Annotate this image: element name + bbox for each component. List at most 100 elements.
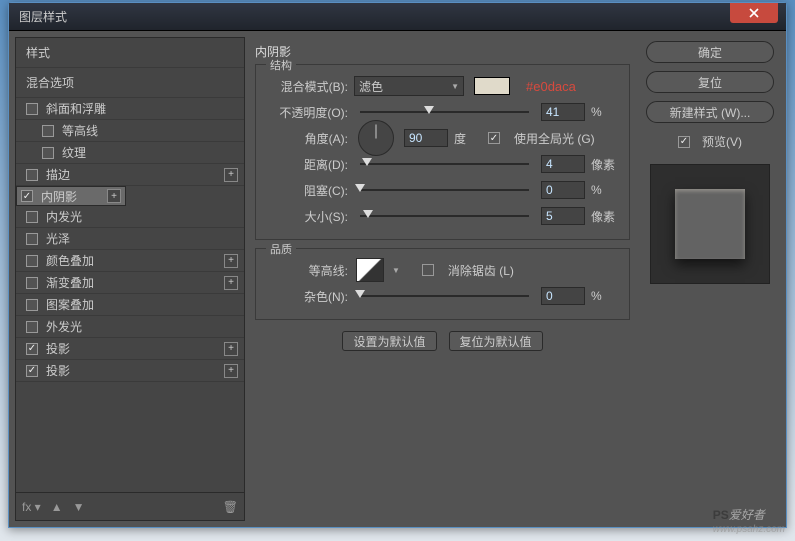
preview-row: 预览(V) (678, 133, 742, 150)
quality-group: 品质 等高线: ▼ 消除锯齿 (L) 杂色(N): % (255, 248, 630, 320)
sidebar-item-11[interactable]: 投影+ (16, 338, 244, 360)
distance-slider[interactable] (360, 158, 529, 170)
choke-slider[interactable] (360, 184, 529, 196)
sidebar-item-6[interactable]: 光泽 (16, 228, 244, 250)
style-list: 斜面和浮雕等高线纹理描边+内阴影+内发光光泽颜色叠加+渐变叠加+图案叠加外发光投… (16, 98, 244, 492)
quality-label: 品质 (266, 241, 296, 257)
style-label: 斜面和浮雕 (46, 100, 106, 117)
add-instance-icon[interactable]: + (224, 276, 238, 290)
dialog-window: 图层样式 样式 混合选项 斜面和浮雕等高线纹理描边+ 内阴影 + 内发光光泽颜色叠加+… (8, 2, 787, 528)
fx-menu[interactable]: fx ▾ (22, 500, 41, 514)
preview-box (650, 164, 770, 284)
add-instance-icon[interactable]: + (224, 168, 238, 182)
style-checkbox[interactable] (26, 365, 38, 377)
style-checkbox[interactable] (26, 211, 38, 223)
contour-label: 等高线: (266, 262, 348, 279)
color-swatch[interactable] (474, 77, 510, 95)
style-checkbox[interactable] (26, 103, 38, 115)
size-input[interactable] (541, 207, 585, 225)
sidebar-item-7[interactable]: 颜色叠加+ (16, 250, 244, 272)
sidebar-header-styles[interactable]: 样式 (16, 38, 244, 68)
style-label: 光泽 (46, 230, 70, 247)
angle-input[interactable] (404, 129, 448, 147)
distance-row: 距离(D): 像素 (266, 151, 619, 177)
style-checkbox[interactable] (26, 233, 38, 245)
opacity-input[interactable] (541, 103, 585, 121)
sidebar-item-9[interactable]: 图案叠加 (16, 294, 244, 316)
sidebar-item-3[interactable]: 描边+ (16, 164, 244, 186)
preview-checkbox[interactable] (678, 136, 690, 148)
right-panel: 确定 复位 新建样式 (W)... 预览(V) (640, 37, 780, 521)
add-instance-icon[interactable]: + (107, 189, 121, 203)
size-label: 大小(S): (266, 208, 348, 225)
style-checkbox[interactable] (26, 299, 38, 311)
style-checkbox[interactable] (42, 147, 54, 159)
add-instance-icon[interactable]: + (224, 364, 238, 378)
sidebar-item-1[interactable]: 等高线 (16, 120, 244, 142)
opacity-row: 不透明度(O): % (266, 99, 619, 125)
reset-default-button[interactable]: 复位为默认值 (449, 331, 543, 351)
contour-picker[interactable] (356, 258, 384, 282)
style-checkbox[interactable] (26, 343, 38, 355)
chevron-down-icon: ▼ (451, 82, 459, 91)
blend-mode-row: 混合模式(B): 滤色▼ #e0daca (266, 73, 619, 99)
style-checkbox[interactable] (26, 321, 38, 333)
sidebar-item-0[interactable]: 斜面和浮雕 (16, 98, 244, 120)
watermark: PS爱好者 www.psahz.com (713, 506, 785, 535)
angle-row: 角度(A): 度 使用全局光 (G) (266, 125, 619, 151)
close-button[interactable] (730, 3, 778, 23)
panel-title: 内阴影 (255, 43, 630, 60)
choke-row: 阻塞(C): % (266, 177, 619, 203)
style-label: 图案叠加 (46, 296, 94, 313)
window-title: 图层样式 (19, 8, 67, 25)
global-light-label: 使用全局光 (G) (514, 130, 595, 147)
opacity-slider[interactable] (360, 106, 529, 118)
blend-mode-label: 混合模式(B): (266, 78, 348, 95)
style-label: 投影 (46, 362, 70, 379)
sidebar-item-10[interactable]: 外发光 (16, 316, 244, 338)
trash-icon[interactable]: 🗑 (223, 500, 238, 514)
style-label: 渐变叠加 (46, 274, 94, 291)
move-up-icon[interactable]: ▲ (51, 500, 63, 514)
preview-swatch (675, 189, 745, 259)
add-instance-icon[interactable]: + (224, 254, 238, 268)
noise-input[interactable] (541, 287, 585, 305)
antialias-checkbox[interactable] (422, 264, 434, 276)
titlebar[interactable]: 图层样式 (9, 3, 786, 31)
distance-input[interactable] (541, 155, 585, 173)
sidebar-item-8[interactable]: 渐变叠加 + (16, 272, 244, 294)
angle-dial[interactable] (358, 120, 394, 156)
size-slider[interactable] (360, 210, 529, 222)
noise-label: 杂色(N): (266, 288, 348, 305)
sidebar-item-4[interactable]: 内阴影 + (16, 186, 126, 206)
choke-label: 阻塞(C): (266, 182, 348, 199)
cancel-button[interactable]: 复位 (646, 71, 774, 93)
sidebar-header-blend[interactable]: 混合选项 (16, 68, 244, 98)
style-label: 内发光 (46, 208, 82, 225)
style-checkbox[interactable] (42, 125, 54, 137)
chevron-down-icon[interactable]: ▼ (392, 266, 400, 275)
noise-row: 杂色(N): % (266, 283, 619, 309)
structure-label: 结构 (266, 57, 296, 73)
global-light-checkbox[interactable] (488, 132, 500, 144)
sidebar-item-12[interactable]: 投影 + (16, 360, 244, 382)
main-panel: 内阴影 结构 混合模式(B): 滤色▼ #e0daca 不透明度(O): % (245, 37, 640, 521)
choke-input[interactable] (541, 181, 585, 199)
new-style-button[interactable]: 新建样式 (W)... (646, 101, 774, 123)
sidebar-item-2[interactable]: 纹理 (16, 142, 244, 164)
style-label: 等高线 (62, 122, 98, 139)
style-checkbox[interactable] (26, 255, 38, 267)
move-down-icon[interactable]: ▼ (73, 500, 85, 514)
add-instance-icon[interactable]: + (224, 342, 238, 356)
blend-mode-select[interactable]: 滤色▼ (354, 76, 464, 96)
style-checkbox[interactable] (26, 169, 38, 181)
make-default-button[interactable]: 设置为默认值 (342, 331, 436, 351)
style-checkbox[interactable] (26, 277, 38, 289)
close-icon (749, 8, 759, 18)
style-label: 内阴影 (41, 188, 77, 205)
sidebar-item-5[interactable]: 内发光 (16, 206, 244, 228)
noise-slider[interactable] (360, 290, 529, 302)
ok-button[interactable]: 确定 (646, 41, 774, 63)
style-checkbox[interactable] (21, 190, 33, 202)
distance-label: 距离(D): (266, 156, 348, 173)
